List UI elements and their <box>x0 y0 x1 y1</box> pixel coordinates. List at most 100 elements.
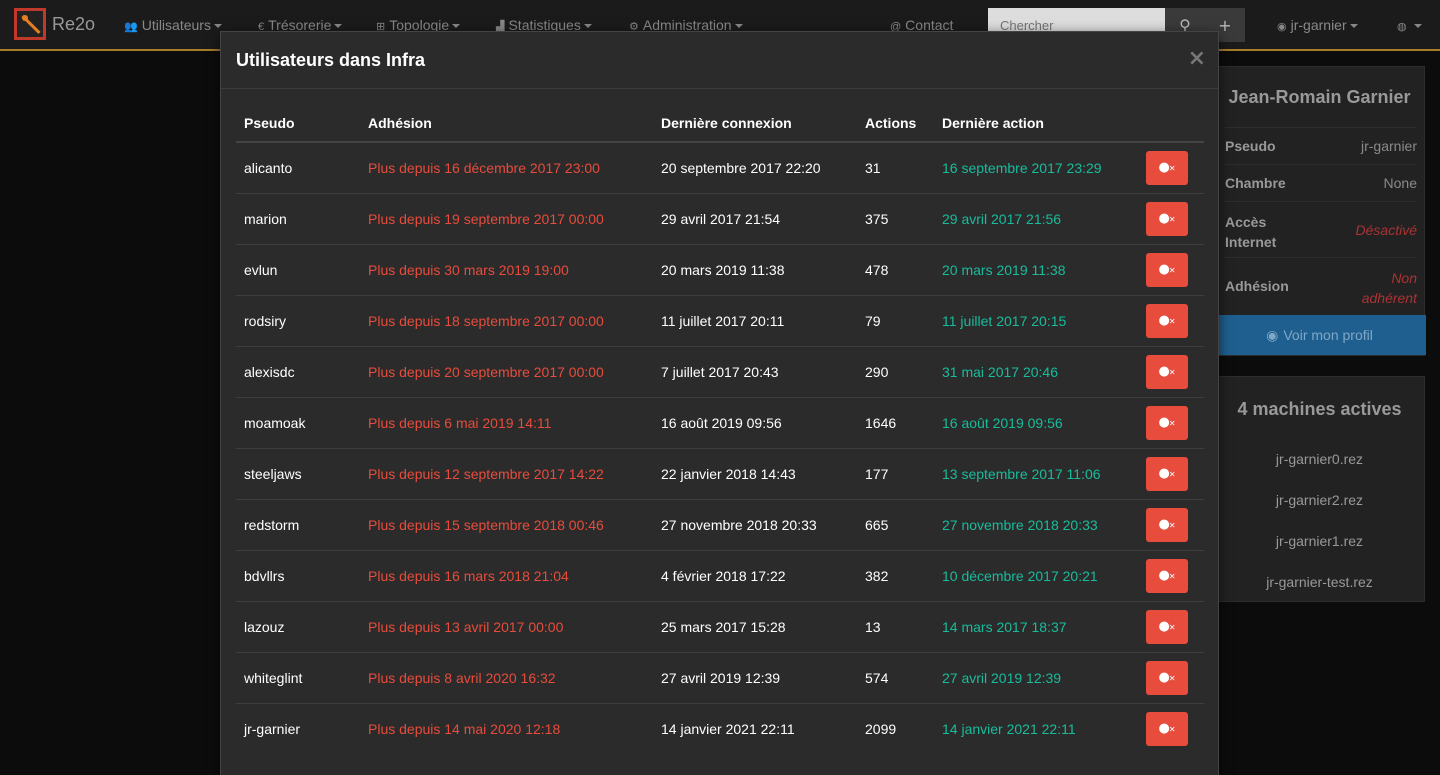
remove-user-button[interactable]: ●✕ <box>1146 303 1188 338</box>
remove-user-button[interactable]: ●✕ <box>1146 252 1188 287</box>
row-action-cell: ●✕ <box>1134 600 1204 652</box>
user-actions-count: 478 <box>857 243 934 295</box>
profile-membership-value: Non adhérent <box>1361 270 1417 306</box>
user-last-login: 20 mars 2019 11:38 <box>653 243 857 295</box>
table-row: redstorm Plus depuis 15 septembre 2018 00… <box>236 498 1204 550</box>
machine-item[interactable]: jr-garnier-test.rez <box>1213 574 1426 590</box>
profile-internet-value: Désactivé <box>1355 222 1417 238</box>
user-last-login: 16 août 2019 09:56 <box>653 396 857 448</box>
globe-icon: ◍ <box>1397 21 1407 33</box>
user-adhesion: Plus depuis 12 septembre 2017 14:22 <box>360 447 653 499</box>
user-pseudo[interactable]: alicanto <box>236 141 360 193</box>
row-action-cell: ●✕ <box>1134 651 1204 703</box>
table-row: lazouz Plus depuis 13 avril 2017 00:00 25 … <box>236 600 1204 652</box>
profile-name: Jean-Romain Garnier <box>1228 87 1411 107</box>
user-last-login: 4 février 2018 17:22 <box>653 549 857 601</box>
user-pseudo[interactable]: bdvllrs <box>236 549 360 601</box>
user-actions-count: 79 <box>857 294 934 346</box>
column-header-last-login: Dernière connexion <box>653 105 857 143</box>
profile-row-membership: Adhésion Non adhérent <box>1225 257 1417 315</box>
user-last-login: 14 janvier 2021 22:11 <box>653 702 857 754</box>
user-actions-count: 375 <box>857 192 934 244</box>
user-pseudo[interactable]: moamoak <box>236 396 360 448</box>
user-last-action: 13 septembre 2017 11:06 <box>934 447 1134 499</box>
remove-user-button[interactable]: ●✕ <box>1146 609 1188 644</box>
user-actions-count: 177 <box>857 447 934 499</box>
user-pseudo[interactable]: rodsiry <box>236 294 360 346</box>
remove-user-button[interactable]: ●✕ <box>1146 354 1188 389</box>
remove-user-button[interactable]: ●✕ <box>1146 405 1188 440</box>
modal-title: Utilisateurs dans Infra <box>236 50 426 70</box>
user-pseudo[interactable]: jr-garnier <box>236 702 360 754</box>
column-header-actions: Actions <box>857 105 934 143</box>
user-last-action: 27 avril 2019 12:39 <box>934 651 1134 703</box>
remove-user-button[interactable]: ●✕ <box>1146 507 1188 542</box>
machines-title: 4 machines actives <box>1237 399 1402 419</box>
column-header-adhesion: Adhésion <box>360 105 653 143</box>
nav-users[interactable]: 👥 Utilisateurs <box>124 17 222 33</box>
user-last-login: 29 avril 2017 21:54 <box>653 192 857 244</box>
user-pseudo[interactable]: redstorm <box>236 498 360 550</box>
machine-item[interactable]: jr-garnier2.rez <box>1213 492 1426 508</box>
user-adhesion: Plus depuis 15 septembre 2018 00:46 <box>360 498 653 550</box>
user-adhesion: Plus depuis 16 décembre 2017 23:00 <box>360 141 653 193</box>
table-row: rodsiry Plus depuis 18 septembre 2017 00:… <box>236 294 1204 346</box>
user-pseudo[interactable]: alexisdc <box>236 345 360 397</box>
user-times-icon: ●✕ <box>1158 721 1176 737</box>
close-icon[interactable]: × <box>1188 46 1206 71</box>
user-adhesion: Plus depuis 13 avril 2017 00:00 <box>360 600 653 652</box>
user-times-icon: ●✕ <box>1158 517 1176 532</box>
user-actions-count: 31 <box>857 141 934 193</box>
user-adhesion: Plus depuis 14 mai 2020 12:18 <box>360 702 653 754</box>
remove-user-button[interactable]: ●✕ <box>1146 660 1188 695</box>
user-menu[interactable]: ◉ jr-garnier <box>1277 17 1358 33</box>
modal-header: Utilisateurs dans Infra × <box>221 32 1218 89</box>
users-table: Pseudo Adhésion Dernière connexion Actio… <box>236 105 1204 754</box>
profile-row-internet: Accès Internet Désactivé <box>1225 201 1417 257</box>
user-pseudo[interactable]: evlun <box>236 243 360 295</box>
re2o-logo <box>14 8 46 40</box>
view-profile-button[interactable]: ◉ Voir mon profil <box>1213 315 1426 355</box>
user-actions-count: 2099 <box>857 702 934 754</box>
row-action-cell: ●✕ <box>1134 702 1204 754</box>
user-pseudo[interactable]: lazouz <box>236 600 360 652</box>
user-times-icon: ●✕ <box>1158 211 1176 226</box>
profile-row-room: Chambre None <box>1225 164 1417 201</box>
plus-icon: + <box>1218 15 1232 35</box>
profile-card: Jean-Romain Garnier Pseudo jr-garnier Ch… <box>1212 66 1426 356</box>
table-row: jr-garnier Plus depuis 14 mai 2020 12:18 1… <box>236 702 1204 754</box>
user-times-icon: ●✕ <box>1158 670 1176 685</box>
user-times-icon: ●✕ <box>1158 313 1176 328</box>
row-action-cell: ●✕ <box>1134 549 1204 601</box>
user-actions-count: 382 <box>857 549 934 601</box>
remove-user-button[interactable]: ●✕ <box>1146 201 1188 236</box>
remove-user-button[interactable]: ●✕ <box>1146 456 1188 491</box>
table-row: marion Plus depuis 19 septembre 2017 00:0… <box>236 192 1204 244</box>
user-pseudo[interactable]: steeljaws <box>236 447 360 499</box>
remove-user-button[interactable]: ●✕ <box>1146 150 1188 185</box>
table-row: evlun Plus depuis 30 mars 2019 19:00 20 ma… <box>236 243 1204 295</box>
machine-item[interactable]: jr-garnier1.rez <box>1213 533 1426 549</box>
user-times-icon: ●✕ <box>1158 160 1176 176</box>
row-action-cell: ●✕ <box>1134 294 1204 346</box>
users-modal: Utilisateurs dans Infra × Pseudo Adhésio… <box>220 31 1219 775</box>
user-actions-count: 13 <box>857 600 934 652</box>
user-adhesion: Plus depuis 6 mai 2019 14:11 <box>360 396 653 448</box>
user-last-login: 22 janvier 2018 14:43 <box>653 447 857 499</box>
user-last-login: 27 novembre 2018 20:33 <box>653 498 857 550</box>
column-header-pseudo: Pseudo <box>236 105 360 143</box>
language-menu[interactable]: ◍ <box>1397 17 1422 33</box>
brand[interactable]: Re2o <box>14 8 95 40</box>
user-pseudo[interactable]: marion <box>236 192 360 244</box>
remove-user-button[interactable]: ●✕ <box>1146 711 1188 746</box>
user-last-action: 27 novembre 2018 20:33 <box>934 498 1134 550</box>
user-pseudo[interactable]: whiteglint <box>236 651 360 703</box>
machines-card: 4 machines actives jr-garnier0.rez jr-ga… <box>1212 376 1425 602</box>
row-action-cell: ●✕ <box>1134 345 1204 397</box>
row-action-cell: ●✕ <box>1134 141 1204 193</box>
user-adhesion: Plus depuis 19 septembre 2017 00:00 <box>360 192 653 244</box>
column-header-empty <box>1134 105 1204 143</box>
machine-item[interactable]: jr-garnier0.rez <box>1213 451 1426 467</box>
remove-user-button[interactable]: ●✕ <box>1146 558 1188 593</box>
view-profile-label: Voir mon profil <box>1283 327 1373 343</box>
